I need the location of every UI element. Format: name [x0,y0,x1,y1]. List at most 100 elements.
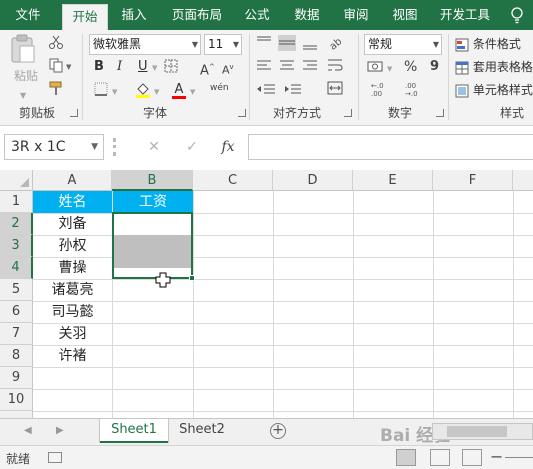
tab-file[interactable]: 文件 [0,0,56,30]
cell-a8[interactable]: 许褚 [33,345,112,367]
accounting-format-icon[interactable] [367,58,389,78]
tab-page-layout[interactable]: 页面布局 [164,0,230,30]
add-sheet-icon[interactable]: + [270,423,286,439]
row-header-1[interactable]: 1 [0,191,33,213]
decrease-font-size-icon[interactable]: Av [222,57,234,77]
italic-button[interactable]: I [117,57,122,77]
zoom-slider[interactable] [505,457,533,458]
scrollbar-thumb[interactable] [447,426,507,437]
column-header-c[interactable]: C [193,170,273,191]
phonetic-guide-button[interactable]: wén [210,78,229,98]
percent-style-button[interactable]: % [404,57,417,77]
row-header-2[interactable]: 2 [0,213,33,235]
tell-me-lightbulb-icon[interactable] [510,7,533,25]
alignment-launcher-icon[interactable] [344,109,352,117]
fill-dropdown-icon[interactable]: ▼ [154,82,159,102]
cell-a6[interactable]: 司马懿 [33,301,112,323]
cell-a1[interactable]: 姓名 [33,191,112,213]
formula-input[interactable] [248,134,533,160]
normal-view-icon[interactable] [396,449,416,466]
page-break-view-icon[interactable] [462,449,482,466]
cell-styles-button[interactable]: 单元格样式 [455,80,533,100]
column-header-b[interactable]: B [112,170,193,191]
zoom-out-icon[interactable]: − [490,447,503,466]
font-color-dropdown-icon[interactable]: ▼ [190,82,195,102]
tab-view[interactable]: 视图 [385,0,425,30]
column-header-a[interactable]: A [33,170,112,191]
clipboard-launcher-icon[interactable] [70,109,78,117]
column-header-g[interactable] [513,170,533,191]
next-sheet-icon[interactable]: ▶ [56,425,64,436]
worksheet-grid[interactable]: A B C D E F 1 2 3 4 5 6 7 8 9 10 姓名 工资 刘… [0,170,533,418]
borders-icon[interactable] [164,59,182,79]
borders-dropdown-icon[interactable]: ▼ [112,82,117,102]
tab-insert[interactable]: 插入 [112,0,156,30]
cell-a4[interactable]: 曹操 [33,257,112,279]
font-color-icon[interactable]: A [170,80,188,100]
column-header-f[interactable]: F [433,170,513,191]
macro-record-icon[interactable] [48,452,62,463]
bold-button[interactable]: B [94,57,104,77]
prev-sheet-icon[interactable]: ◀ [24,425,32,436]
tab-home[interactable]: 开始 [62,4,108,30]
indent-icons[interactable] [255,80,305,100]
font-size-combo[interactable]: 11 ▼ [204,34,242,55]
formula-bar-grip[interactable] [113,138,116,156]
cell-b1[interactable]: 工资 [113,191,193,213]
cut-icon[interactable] [48,34,66,54]
orientation-icon[interactable]: ab [327,34,345,54]
select-all-button[interactable] [0,170,33,191]
horizontal-align-icons[interactable] [255,57,325,77]
row-header-3[interactable]: 3 [0,235,33,257]
row-header-4[interactable]: 4 [0,257,33,279]
format-as-table-button[interactable]: 套用表格格 [455,57,533,77]
vertical-align-icons[interactable] [255,34,325,54]
fill-color-icon[interactable] [134,80,152,100]
font-name-value: 微软雅黑 [93,37,142,51]
row-header-8[interactable]: 8 [0,345,33,367]
sheet-tab-sheet1[interactable]: Sheet1 [100,419,168,443]
cell-a7[interactable]: 关羽 [33,323,112,345]
font-name-combo[interactable]: 微软雅黑 ▼ [89,34,201,55]
increase-decimal-icon[interactable]: ←.0.00 [370,80,400,100]
cell-a3[interactable]: 孙权 [33,235,112,257]
comma-style-button[interactable]: 9 [430,57,439,77]
column-header-d[interactable]: D [273,170,353,191]
tab-formulas[interactable]: 公式 [237,0,277,30]
cancel-icon[interactable]: ✕ [142,135,166,159]
row-header-11[interactable] [0,411,33,418]
underline-dropdown-icon[interactable]: ▼ [152,58,157,78]
page-layout-view-icon[interactable] [430,449,450,466]
tab-developer[interactable]: 开发工具 [432,0,498,30]
insert-function-icon[interactable]: fx [216,135,240,159]
row-header-7[interactable]: 7 [0,323,33,345]
sheet-tab-sheet2[interactable]: Sheet2 [170,419,234,443]
paste-dropdown-icon[interactable]: ▼ [20,86,26,106]
column-header-e[interactable]: E [353,170,433,191]
accounting-dropdown-icon[interactable]: ▼ [387,59,392,79]
tab-data[interactable]: 数据 [287,0,327,30]
name-box[interactable]: 3R x 1C ▼ [4,134,104,160]
fill-handle[interactable] [189,275,195,281]
underline-button[interactable]: U [138,57,148,77]
row-header-9[interactable]: 9 [0,367,33,389]
increase-font-size-icon[interactable]: A^ [200,57,215,78]
row-header-5[interactable]: 5 [0,279,33,301]
tab-review[interactable]: 审阅 [336,0,376,30]
horizontal-scrollbar[interactable] [432,423,533,440]
borders-bottom-icon[interactable] [94,82,108,102]
row-header-6[interactable]: 6 [0,301,33,323]
font-launcher-icon[interactable] [238,109,246,117]
merge-center-icon[interactable] [327,80,345,100]
decrease-decimal-icon[interactable]: .00 →.0 [404,80,434,100]
enter-icon[interactable]: ✓ [180,135,204,159]
row-header-10[interactable]: 10 [0,389,33,411]
conditional-format-button[interactable]: 条件格式 [455,34,533,54]
number-format-combo[interactable]: 常规 ▼ [364,34,442,55]
cell-a2[interactable]: 刘备 [33,213,112,235]
number-launcher-icon[interactable] [436,109,444,117]
format-painter-icon[interactable] [48,80,66,100]
cell-a5[interactable]: 诸葛亮 [33,279,112,301]
wrap-text-icon[interactable] [327,57,345,77]
copy-icon[interactable]: ▼ [48,57,74,77]
